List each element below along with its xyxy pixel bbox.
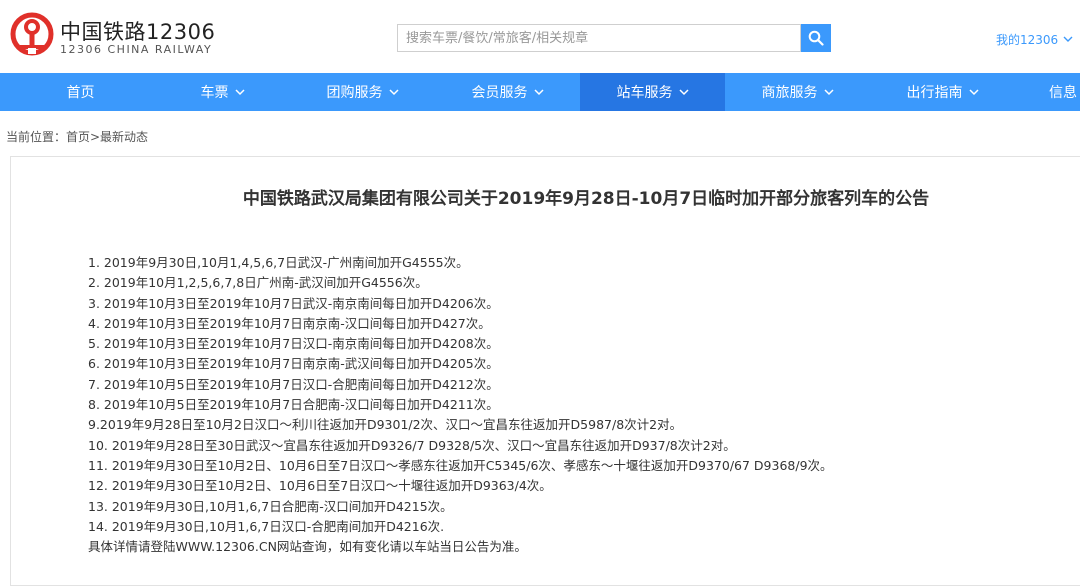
main-nav: 首页 车票 团购服务 会员服务 站车服务 商旅服务 出行指南 信息	[0, 73, 1080, 111]
nav-item-home[interactable]: 首页	[8, 73, 153, 111]
chevron-down-icon	[533, 88, 544, 95]
chevron-down-icon	[388, 88, 399, 95]
nav-item-travel-guide[interactable]: 出行指南	[870, 73, 1015, 111]
nav-item-label: 团购服务	[326, 85, 383, 101]
list-item: 2. 2019年10月1,2,5,6,7,8日广州南-武汉间加开G4556次。	[88, 275, 428, 291]
nav-item-label: 站车服务	[616, 85, 673, 101]
nav-item-member-services[interactable]: 会员服务	[435, 73, 580, 111]
search-button[interactable]	[801, 24, 831, 52]
list-item: 6. 2019年10月3日至2019年10月7日南京南-武汉间每日加开D4205…	[88, 356, 499, 372]
brand-english: 12306 CHINA RAILWAY	[60, 43, 213, 56]
list-item: 1. 2019年9月30日,10月1,4,5,6,7日武汉-广州南间加开G455…	[88, 255, 469, 270]
site-header: 中国铁路12306 12306 CHINA RAILWAY 我的12306	[0, 0, 1080, 73]
nav-item-business-travel[interactable]: 商旅服务	[725, 73, 870, 111]
list-item: 13. 2019年9月30日,10月1,6,7日合肥南-汉口间加开D4215次。	[88, 498, 453, 514]
notice-footer: 具体详情请登陆WWW.12306.CN网站查询，如有变化请以车站当日公告为准。	[88, 539, 527, 554]
chevron-down-icon	[823, 88, 834, 95]
breadcrumb: 当前位置：首页>最新动态	[6, 130, 149, 144]
nav-item-group-purchase[interactable]: 团购服务	[290, 73, 435, 111]
notice-title: 中国铁路武汉局集团有限公司关于2019年9月28日-10月7日临时加开部分旅客列…	[242, 189, 930, 209]
list-item: 10. 2019年9月28日至30日武汉～宜昌东往返加开D9326/7 D932…	[88, 437, 736, 453]
nav-item-label: 出行指南	[906, 85, 963, 101]
nav-item-label: 车票	[200, 85, 229, 101]
chevron-down-icon	[678, 88, 689, 95]
my-account-link[interactable]: 我的12306	[996, 31, 1073, 48]
chevron-down-icon	[1063, 36, 1073, 42]
nav-item-info[interactable]: 信息	[1015, 73, 1080, 111]
list-item: 9.2019年9月28日至10月2日汉口～利川往返加开D9301/2次、汉口～宜…	[88, 417, 683, 433]
brand-name[interactable]: 中国铁路12306	[60, 16, 215, 46]
chevron-down-icon	[234, 88, 245, 95]
search-icon	[808, 30, 824, 46]
notice-list: 1. 2019年9月30日,10月1,4,5,6,7日武汉-广州南间加开G455…	[88, 253, 833, 537]
search-box	[397, 24, 804, 52]
nav-item-label: 信息	[1049, 85, 1077, 101]
search-input[interactable]	[398, 25, 804, 51]
list-item: 5. 2019年10月3日至2019年10月7日汉口-南京南间每日加开D4208…	[88, 336, 499, 352]
nav-item-station-services[interactable]: 站车服务	[580, 73, 725, 111]
nav-item-tickets[interactable]: 车票	[150, 73, 295, 111]
chevron-down-icon	[968, 88, 979, 95]
nav-item-label: 首页	[66, 85, 95, 101]
list-item: 4. 2019年10月3日至2019年10月7日南京南-汉口间每日加开D427次…	[88, 315, 491, 331]
china-railway-logo-icon[interactable]	[10, 12, 54, 56]
list-item: 14. 2019年9月30日,10月1,6,7日汉口-合肥南间加开D4216次.	[88, 518, 445, 534]
list-item: 7. 2019年10月5日至2019年10月7日汉口-合肥南间每日加开D4212…	[88, 376, 499, 392]
list-item: 11. 2019年9月30日至10月2日、10月6日至7日汉口～孝感东往返加开C…	[88, 457, 833, 473]
nav-item-label: 商旅服务	[761, 85, 818, 101]
list-item: 8. 2019年10月5日至2019年10月7日合肥南-汉口间每日加开D4211…	[88, 397, 499, 413]
nav-item-label: 会员服务	[471, 85, 528, 101]
account-label: 我的12306	[996, 33, 1059, 47]
list-item: 12. 2019年9月30日至10月2日、10月6日至7日汉口～十堰往返加开D9…	[88, 478, 552, 494]
list-item: 3. 2019年10月3日至2019年10月7日武汉-南京南间每日加开D4206…	[88, 295, 499, 311]
